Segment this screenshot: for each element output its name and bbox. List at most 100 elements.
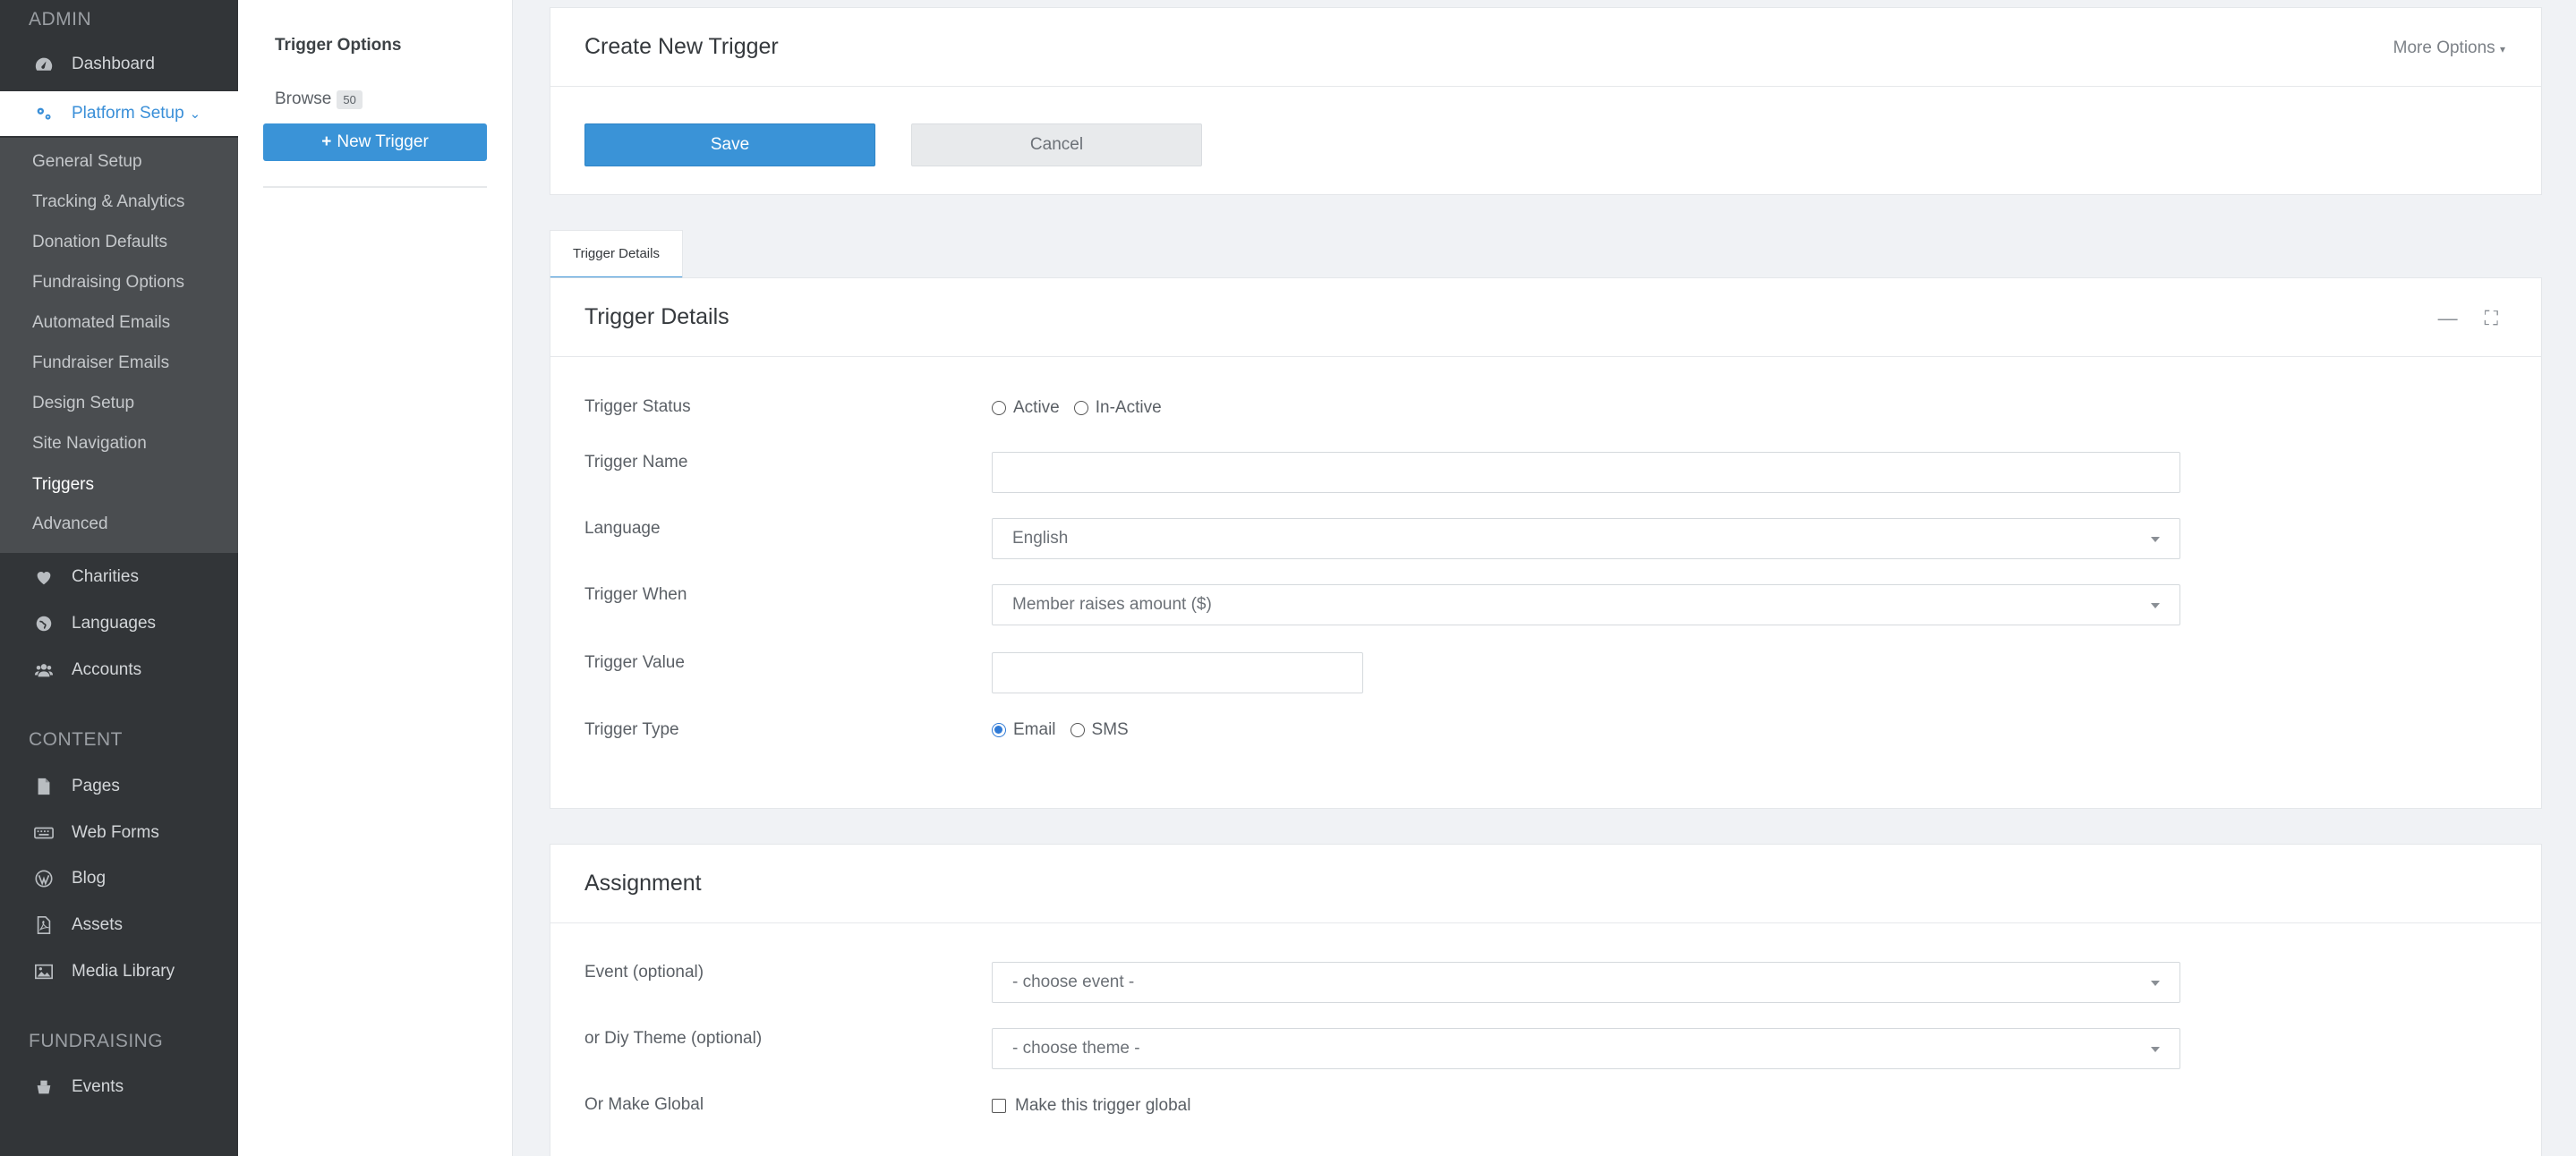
assignment-header: Assignment [550, 845, 2541, 923]
nav-assets-label: Assets [72, 915, 124, 934]
browse-label: Browse [275, 89, 332, 108]
gears-icon [0, 104, 72, 123]
events-icon [0, 1077, 72, 1097]
nav-web-forms[interactable]: Web Forms [0, 811, 238, 855]
make-global-label: Or Make Global [584, 1095, 704, 1114]
nav-accounts-label: Accounts [72, 660, 142, 679]
sub-item-fundraising-options[interactable]: Fundraising Options [32, 273, 184, 293]
keyboard-icon [0, 823, 72, 843]
trigger-type-label: Trigger Type [584, 720, 679, 739]
heart-icon [0, 567, 72, 587]
nav-charities-label: Charities [72, 567, 139, 586]
panel-controls: — ⛶ [2438, 307, 2498, 330]
trigger-details-header: Trigger Details — ⛶ [550, 278, 2541, 357]
event-select[interactable]: - choose event - [992, 962, 2180, 1003]
diy-theme-label: or Diy Theme (optional) [584, 1029, 763, 1048]
assignment-panel: Assignment Event (optional) - choose eve… [550, 844, 2542, 1156]
nav-blog[interactable]: Blog [0, 856, 238, 901]
nav-languages-label: Languages [72, 614, 157, 633]
trigger-when-select[interactable]: Member raises amount ($) [992, 584, 2180, 625]
nav-charities[interactable]: Charities [0, 555, 238, 599]
type-sms-radio[interactable] [1070, 723, 1085, 737]
status-active-label: Active [1013, 398, 1060, 417]
nav-events[interactable]: Events [0, 1065, 238, 1109]
nav-dashboard-label: Dashboard [72, 55, 155, 73]
main-sidebar: ADMIN Dashboard Platform Setup ⌄ General… [0, 0, 238, 1156]
trigger-when-label: Trigger When [584, 585, 687, 604]
dashboard-icon [0, 55, 72, 74]
sub-item-automated-emails[interactable]: Automated Emails [32, 313, 170, 333]
nav-languages[interactable]: Languages [0, 601, 238, 646]
save-button[interactable]: Save [584, 123, 875, 166]
nav-accounts[interactable]: Accounts [0, 648, 238, 693]
options-divider [263, 186, 487, 188]
nav-pages-label: Pages [72, 777, 120, 795]
more-options-label: More Options [2393, 38, 2495, 57]
sub-item-site-navigation[interactable]: Site Navigation [32, 434, 147, 454]
users-icon [0, 660, 72, 680]
section-title-content: CONTENT [29, 729, 123, 750]
sub-item-tracking-analytics[interactable]: Tracking & Analytics [32, 192, 184, 212]
language-label: Language [584, 519, 661, 538]
trigger-name-label: Trigger Name [584, 453, 688, 472]
pdf-file-icon [0, 915, 72, 935]
event-label: Event (optional) [584, 963, 704, 982]
create-trigger-panel: Create New Trigger More Options ▾ Save C… [550, 7, 2542, 195]
trigger-options-title: Trigger Options [275, 36, 402, 55]
nav-media-library-label: Media Library [72, 962, 175, 981]
nav-pages[interactable]: Pages [0, 764, 238, 809]
nav-events-label: Events [72, 1077, 124, 1096]
status-active-radio[interactable] [992, 401, 1006, 415]
sub-item-advanced[interactable]: Advanced [32, 514, 108, 534]
new-trigger-button[interactable]: + New Trigger [263, 123, 487, 161]
type-sms-label: SMS [1091, 720, 1129, 739]
trigger-status-radios: Active In-Active [992, 398, 1162, 418]
sub-item-design-setup[interactable]: Design Setup [32, 394, 134, 413]
trigger-status-label: Trigger Status [584, 397, 691, 416]
trigger-value-label: Trigger Value [584, 653, 685, 672]
tab-trigger-details[interactable]: Trigger Details [550, 230, 683, 279]
status-inactive-label: In-Active [1095, 398, 1162, 417]
nav-media-library[interactable]: Media Library [0, 949, 238, 994]
status-inactive-radio[interactable] [1073, 401, 1088, 415]
file-icon [0, 777, 72, 796]
make-global-checkbox-label: Make this trigger global [1015, 1096, 1191, 1115]
nav-blog-label: Blog [72, 869, 107, 888]
trigger-details-panel: Trigger Details — ⛶ Trigger Status Activ… [550, 277, 2542, 809]
sub-item-triggers[interactable]: Triggers [32, 475, 94, 495]
nav-assets[interactable]: Assets [0, 903, 238, 948]
more-options-dropdown[interactable]: More Options ▾ [2393, 38, 2505, 58]
section-title-admin: ADMIN [29, 9, 92, 30]
page-title: Create New Trigger [584, 34, 779, 59]
trigger-value-input[interactable] [992, 652, 1363, 693]
browse-count-badge: 50 [337, 89, 363, 109]
new-trigger-label: New Trigger [337, 132, 429, 151]
caret-down-icon: ▾ [2499, 43, 2505, 55]
language-select[interactable]: English [992, 518, 2180, 559]
plus-icon: + [321, 132, 332, 151]
sub-item-general-setup[interactable]: General Setup [32, 152, 142, 172]
globe-icon [0, 614, 72, 633]
make-global-group: Make this trigger global [992, 1096, 1190, 1116]
platform-setup-submenu: General Setup Tracking & Analytics Donat… [0, 138, 238, 553]
make-global-checkbox[interactable] [992, 1099, 1006, 1113]
section-title-fundraising: FUNDRAISING [29, 1031, 164, 1051]
chevron-down-icon: ⌄ [189, 106, 201, 122]
browse-link[interactable]: Browse 50 [275, 89, 363, 109]
wordpress-icon [0, 869, 72, 888]
trigger-details-title: Trigger Details [584, 304, 729, 329]
sub-item-donation-defaults[interactable]: Donation Defaults [32, 233, 167, 252]
trigger-type-radios: Email SMS [992, 720, 1129, 740]
image-icon [0, 962, 72, 982]
trigger-name-input[interactable] [992, 452, 2180, 493]
expand-icon[interactable]: ⛶ [2485, 307, 2498, 330]
type-email-radio[interactable] [992, 723, 1006, 737]
nav-web-forms-label: Web Forms [72, 823, 159, 842]
nav-dashboard[interactable]: Dashboard [0, 42, 238, 87]
sub-item-fundraiser-emails[interactable]: Fundraiser Emails [32, 353, 169, 373]
diy-theme-select[interactable]: - choose theme - [992, 1028, 2180, 1069]
nav-platform-setup-label: Platform Setup [72, 104, 184, 123]
nav-platform-setup[interactable]: Platform Setup ⌄ [0, 91, 238, 136]
minimize-icon[interactable]: — [2438, 307, 2458, 330]
cancel-button[interactable]: Cancel [911, 123, 1202, 166]
